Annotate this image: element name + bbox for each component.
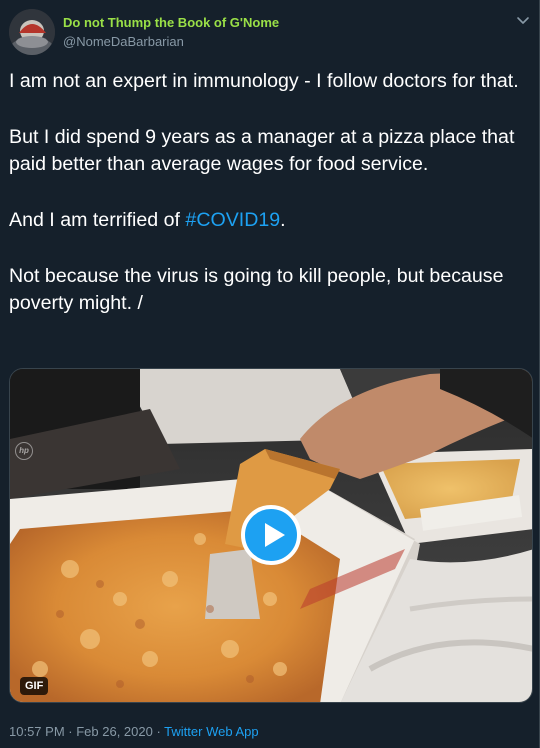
gif-media[interactable]: hp GIF bbox=[9, 368, 533, 703]
play-icon bbox=[265, 523, 285, 547]
tweet-source-link[interactable]: Twitter Web App bbox=[164, 724, 258, 739]
tweet-card: Do not Thump the Book of G'Nome @NomeDaB… bbox=[0, 0, 540, 748]
tweet-date[interactable]: Feb 26, 2020 bbox=[76, 724, 153, 739]
play-button[interactable] bbox=[241, 505, 301, 565]
user-avatar[interactable] bbox=[9, 9, 55, 55]
tweet-paragraph: Not because the virus is going to kill p… bbox=[9, 265, 504, 314]
tweet-text-fragment: And I am terrified of bbox=[9, 209, 186, 231]
gif-badge: GIF bbox=[20, 677, 49, 695]
tweet-time[interactable]: 10:57 PM bbox=[9, 724, 65, 739]
author-handle[interactable]: @NomeDaBarbarian bbox=[63, 34, 184, 49]
tweet-paragraph: But I did spend 9 years as a manager at … bbox=[9, 126, 515, 175]
watermark-logo: hp bbox=[15, 442, 33, 460]
hashtag-link[interactable]: #COVID19 bbox=[185, 209, 280, 231]
author-display-name[interactable]: Do not Thump the Book of G'Nome bbox=[63, 15, 279, 30]
user-avatar-icon bbox=[9, 9, 55, 55]
meta-separator: · bbox=[64, 724, 77, 739]
tweet-body: I am not an expert in immunology - I fol… bbox=[9, 68, 531, 317]
tweet-meta: 10:57 PM · Feb 26, 2020 · Twitter Web Ap… bbox=[9, 724, 259, 739]
chevron-down-icon[interactable] bbox=[515, 12, 531, 28]
tweet-paragraph: I am not an expert in immunology - I fol… bbox=[9, 70, 519, 92]
tweet-text-fragment: . bbox=[280, 209, 286, 231]
tweet-paragraph: And I am terrified of #COVID19. bbox=[9, 207, 531, 234]
meta-separator: · bbox=[152, 724, 165, 739]
